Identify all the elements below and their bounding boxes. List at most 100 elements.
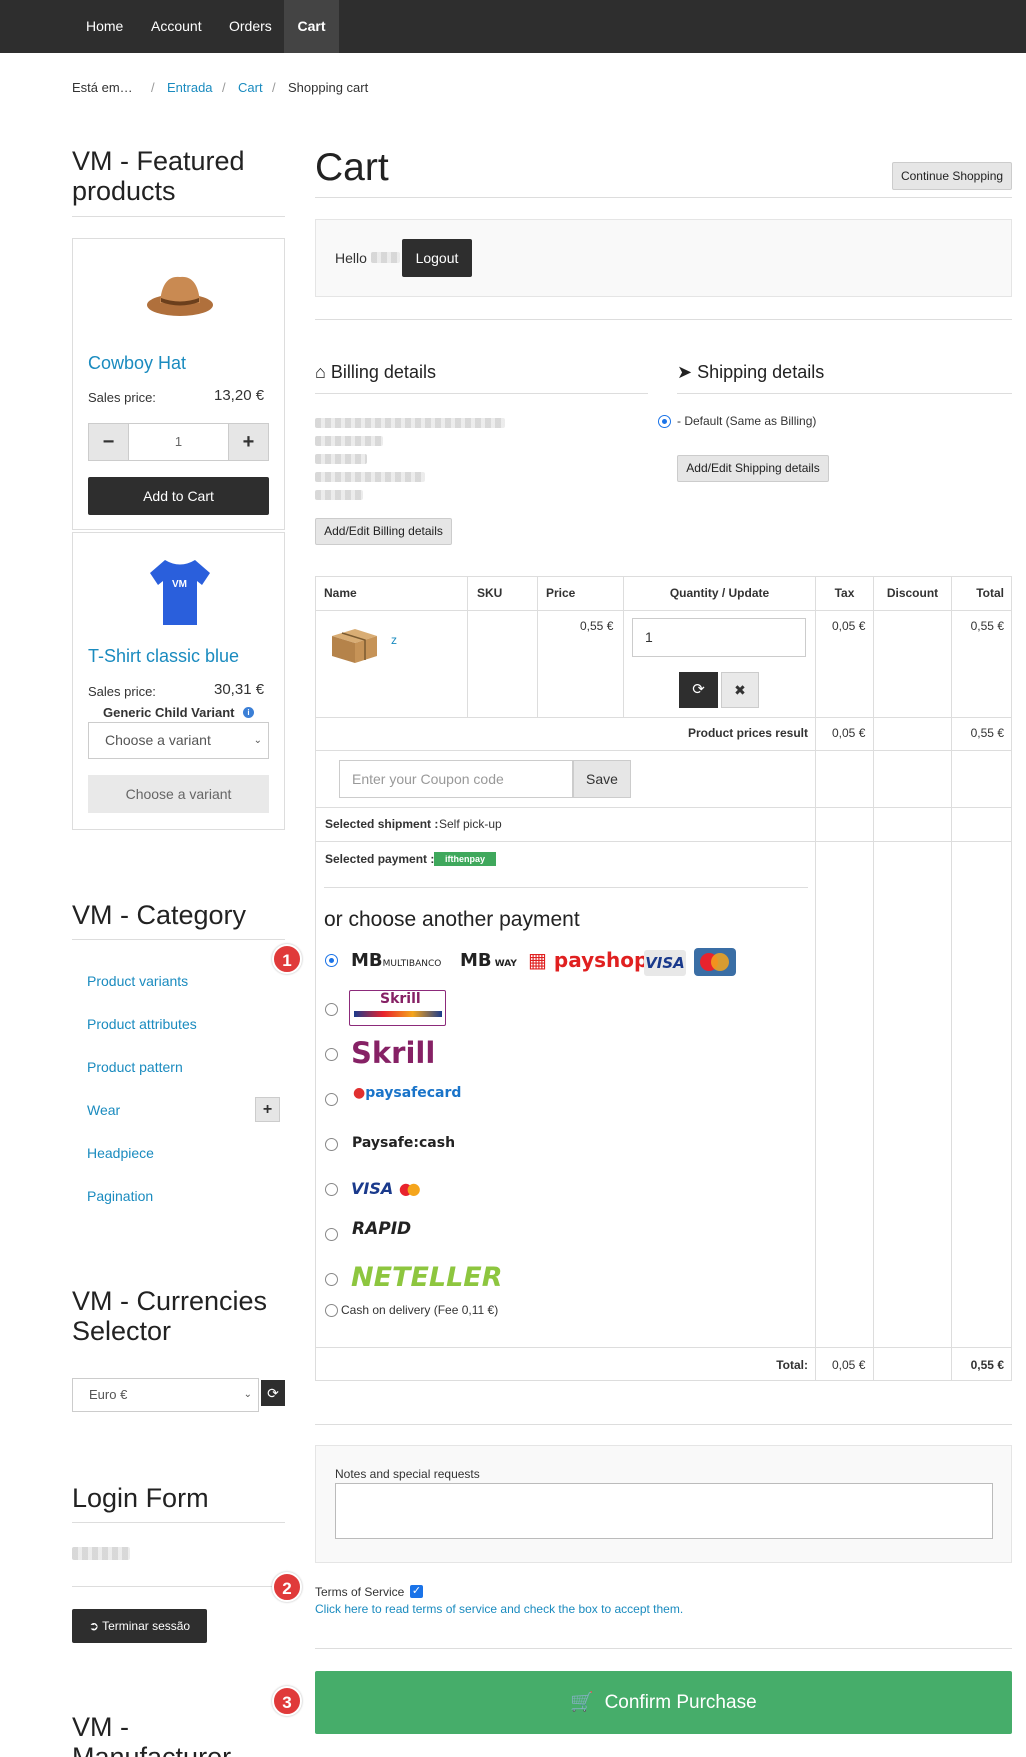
skrill-quick-logo: Skrill bbox=[349, 990, 446, 1026]
skrill-logo: Skrill bbox=[351, 1036, 436, 1070]
info-icon[interactable]: i bbox=[243, 707, 254, 718]
payment-radio-skrill-quick[interactable] bbox=[325, 1003, 338, 1016]
payment-radio-rapid[interactable] bbox=[325, 1228, 338, 1241]
variant-select[interactable]: Choose a variant ⌄ bbox=[88, 722, 269, 759]
nav-cart[interactable]: Cart bbox=[284, 0, 339, 53]
payment-radio-cod[interactable] bbox=[325, 1304, 338, 1317]
rapid-logo: RAPID bbox=[352, 1219, 412, 1239]
col-total: Total bbox=[976, 586, 1004, 600]
category-product-variants[interactable]: Product variants bbox=[87, 973, 188, 989]
remove-item-icon[interactable]: ✖ bbox=[721, 672, 759, 708]
shipping-default-radio[interactable] bbox=[658, 415, 671, 428]
user-greeting-blurred bbox=[72, 1547, 130, 1560]
total-value: 0,55 € bbox=[970, 1358, 1004, 1372]
divider bbox=[72, 1586, 285, 1587]
logout-session-button[interactable]: ➲ Terminar sessão bbox=[72, 1609, 207, 1643]
table-rule bbox=[873, 576, 874, 1381]
cart-icon: 🛒 bbox=[570, 1692, 595, 1713]
paper-plane-icon: ➤ bbox=[677, 362, 693, 382]
add-to-cart-button[interactable]: Add to Cart bbox=[88, 477, 269, 515]
table-rule bbox=[315, 1347, 1012, 1348]
shipping-title: Shipping details bbox=[697, 362, 825, 382]
payment-radio-ifthenpay[interactable] bbox=[325, 954, 338, 967]
quantity-input[interactable]: 1 bbox=[129, 424, 228, 460]
col-tax: Tax bbox=[834, 586, 855, 600]
annotation-marker-3: 3 bbox=[272, 1686, 302, 1716]
category-product-attributes[interactable]: Product attributes bbox=[87, 1016, 197, 1032]
divider bbox=[72, 939, 285, 940]
update-quantity-icon[interactable]: ⟳ bbox=[679, 672, 718, 708]
table-rule bbox=[315, 610, 1012, 611]
continue-shopping-button[interactable]: Continue Shopping bbox=[892, 162, 1012, 190]
tos-link[interactable]: Click here to read terms of service and … bbox=[315, 1602, 683, 1616]
currency-select[interactable]: Euro € ⌄ bbox=[72, 1378, 259, 1412]
username-blurred bbox=[371, 252, 400, 263]
expand-icon[interactable]: + bbox=[255, 1097, 280, 1122]
payment-radio-skrill[interactable] bbox=[325, 1048, 338, 1061]
nav-home[interactable]: Home bbox=[72, 0, 137, 53]
shipment-value: Self pick-up bbox=[439, 817, 502, 831]
notes-textarea[interactable] bbox=[335, 1483, 993, 1539]
nav-orders[interactable]: Orders bbox=[215, 0, 286, 53]
payshop-text: payshop bbox=[553, 948, 649, 972]
table-rule bbox=[315, 841, 1012, 842]
breadcrumb-separator: / bbox=[222, 80, 226, 95]
billing-address-blurred bbox=[315, 490, 363, 500]
minus-button[interactable]: − bbox=[89, 424, 129, 460]
edit-shipping-button[interactable]: Add/Edit Shipping details bbox=[677, 455, 829, 482]
payment-radio-neteller[interactable] bbox=[325, 1273, 338, 1286]
choose-variant-button[interactable]: Choose a variant bbox=[88, 775, 269, 813]
breadcrumb-cart[interactable]: Cart bbox=[238, 80, 263, 95]
billing-title: Billing details bbox=[330, 362, 436, 382]
shipping-default-label: - Default (Same as Billing) bbox=[677, 414, 817, 428]
logout-button[interactable]: Logout bbox=[402, 239, 472, 277]
divider bbox=[72, 1522, 285, 1523]
confirm-purchase-label: Confirm Purchase bbox=[604, 1692, 757, 1713]
item-quantity-input[interactable]: 1 bbox=[632, 618, 806, 657]
featured-title: VM - Featured products bbox=[72, 146, 245, 206]
tos-label: Terms of Service bbox=[315, 1585, 405, 1599]
table-rule bbox=[315, 807, 1012, 808]
mbway-logo: MB WAY bbox=[460, 950, 517, 971]
plus-button[interactable]: + bbox=[228, 424, 268, 460]
category-pagination[interactable]: Pagination bbox=[87, 1188, 153, 1204]
coupon-input[interactable]: Enter your Coupon code bbox=[339, 760, 573, 798]
confirm-purchase-button[interactable]: 🛒 Confirm Purchase bbox=[315, 1671, 1012, 1734]
sales-price-label: Sales price: bbox=[88, 684, 156, 699]
cart-table bbox=[315, 576, 1012, 1381]
prices-result-tax: 0,05 € bbox=[832, 726, 866, 740]
product-name-tshirt[interactable]: T-Shirt classic blue bbox=[88, 646, 239, 667]
edit-billing-button[interactable]: Add/Edit Billing details bbox=[315, 518, 452, 545]
category-title: VM - Category bbox=[72, 900, 247, 930]
category-wear[interactable]: Wear bbox=[87, 1102, 120, 1118]
payment-radio-paysafecard[interactable] bbox=[325, 1093, 338, 1106]
item-total: 0,55 € bbox=[970, 619, 1004, 633]
breadcrumb-entrada[interactable]: Entrada bbox=[167, 80, 213, 95]
item-price: 0,55 € bbox=[580, 619, 614, 633]
sales-price-label: Sales price: bbox=[88, 390, 156, 405]
divider bbox=[72, 216, 285, 217]
payshop-logo: ▦ payshop bbox=[528, 948, 648, 972]
lock-icon: ● bbox=[353, 1085, 366, 1101]
item-tax: 0,05 € bbox=[832, 619, 866, 633]
coupon-save-button[interactable]: Save bbox=[573, 760, 631, 798]
payment-radio-visa-mc[interactable] bbox=[325, 1183, 338, 1196]
paysafecard-text: paysafecard bbox=[365, 1085, 462, 1101]
paysafecash-logo: Paysafe:cash bbox=[352, 1135, 456, 1151]
refresh-currency-icon[interactable]: ⟳ bbox=[261, 1380, 285, 1406]
item-name-link[interactable]: z bbox=[391, 633, 397, 647]
total-tax: 0,05 € bbox=[832, 1358, 866, 1372]
product-name-cowboy-hat[interactable]: Cowboy Hat bbox=[88, 353, 186, 374]
payment-radio-paysafecash[interactable] bbox=[325, 1138, 338, 1151]
col-quantity: Quantity / Update bbox=[669, 586, 770, 600]
sales-price-value: 13,20 € bbox=[214, 387, 265, 404]
category-product-pattern[interactable]: Product pattern bbox=[87, 1059, 183, 1075]
nav-account[interactable]: Account bbox=[137, 0, 216, 53]
mastercard-icon: ● bbox=[406, 1179, 421, 1198]
tshirt-image[interactable]: VM bbox=[145, 555, 215, 630]
tos-checkbox[interactable]: ✓ bbox=[410, 1585, 423, 1598]
product-thumbnail[interactable] bbox=[327, 621, 382, 666]
cowboy-hat-image[interactable] bbox=[140, 265, 220, 325]
billing-address-blurred bbox=[315, 418, 505, 428]
category-headpiece[interactable]: Headpiece bbox=[87, 1145, 154, 1161]
